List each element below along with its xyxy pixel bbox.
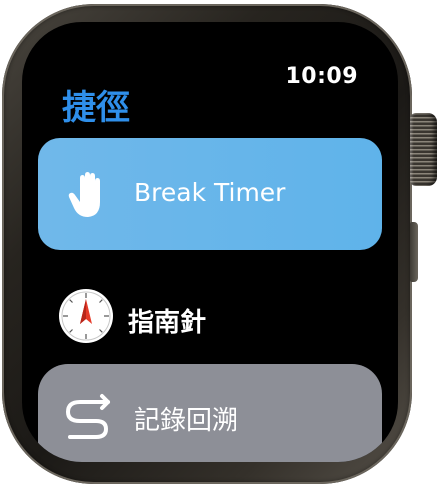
shortcut-break-timer[interactable]: Break Timer [38, 138, 382, 250]
side-button[interactable] [410, 222, 418, 282]
shortcut-label: 記錄回溯 [134, 406, 239, 436]
page-title: 捷徑 [62, 88, 130, 128]
shortcut-compass[interactable]: 指南針 [38, 280, 382, 360]
shortcut-label: Break Timer [134, 178, 286, 207]
status-time: 10:09 [285, 64, 358, 89]
watch-screen: 10:09 捷徑 Break Timer 指南針 記錄回溯 [22, 22, 398, 462]
shortcut-backtrack[interactable]: 記錄回溯 [38, 364, 382, 462]
backtrack-icon [66, 394, 110, 439]
hand-icon [68, 172, 100, 217]
digital-crown[interactable] [410, 113, 437, 186]
shortcut-label: 指南針 [128, 308, 207, 338]
compass-icon [59, 289, 113, 343]
